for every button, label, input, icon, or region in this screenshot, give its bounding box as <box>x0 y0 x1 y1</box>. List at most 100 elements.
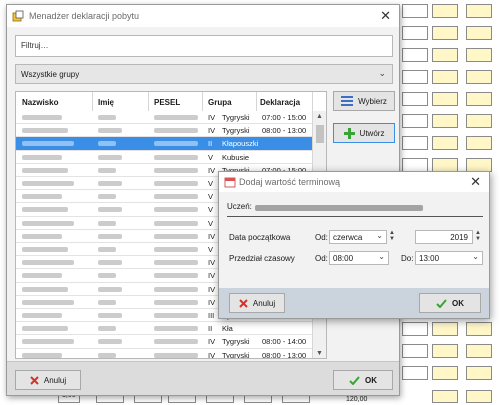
start-month-value: czerwca <box>333 233 363 242</box>
app-icon <box>12 10 24 22</box>
year-stepper[interactable]: ▲ ▼ <box>475 230 483 244</box>
table-row[interactable]: II Kłapouszki <box>16 137 313 151</box>
start-year-input[interactable]: 2019 <box>415 230 473 244</box>
redacted-cell <box>98 141 116 147</box>
cancel-x-icon <box>239 298 248 308</box>
table-row[interactable]: IV Tygryski 07:00 - 15:00 <box>16 111 313 125</box>
redacted-cell <box>98 115 116 120</box>
start-date-from-label: Od: <box>315 233 328 242</box>
group-cell: IV <box>208 271 216 281</box>
table-row[interactable]: IV Tygryski 08:00 - 13:00 <box>16 349 313 359</box>
group-cell: IV <box>208 337 216 347</box>
redacted-cell <box>154 313 198 318</box>
group-name-cell: Kłapouszki <box>222 139 259 149</box>
add-term-value-dialog: Dodaj wartość terminową ✕ Uczeń: Data po… <box>218 171 490 319</box>
filter-input[interactable]: Filtruj… <box>15 35 393 57</box>
redacted-cell <box>154 167 198 173</box>
redacted-cell <box>22 339 74 345</box>
scroll-down-icon[interactable]: ▼ <box>316 350 323 357</box>
group-cell: IV <box>208 258 216 268</box>
time-from-select[interactable]: 08:00 ⌄ <box>329 251 389 265</box>
redacted-cell <box>98 247 116 252</box>
scroll-up-icon[interactable]: ▲ <box>316 113 323 120</box>
dialog-title: Dodaj wartość terminową <box>239 177 341 187</box>
group-name-cell: Tygryski <box>222 113 250 122</box>
redacted-cell <box>22 326 68 332</box>
table-row[interactable]: IV Tygryski 08:00 - 13:00 <box>16 124 313 138</box>
cancel-button[interactable]: Anuluj <box>15 370 81 390</box>
scrollbar-thumb[interactable] <box>316 125 324 143</box>
column-header[interactable]: PESEL <box>154 98 180 107</box>
dialog-cancel-button[interactable]: Anuluj <box>229 293 285 313</box>
redacted-cell <box>154 141 198 147</box>
month-stepper[interactable]: ▲ ▼ <box>389 230 397 244</box>
group-name-cell: Kubusie <box>222 152 250 162</box>
redacted-cell <box>22 181 74 186</box>
group-cell: IV <box>208 350 216 359</box>
redacted-cell <box>22 247 68 252</box>
background-cell <box>432 390 458 403</box>
dialog-ok-button[interactable]: OK <box>419 293 481 313</box>
calendar-icon <box>224 177 236 188</box>
declaration-cell: 08:00 - 13:00 <box>262 126 307 136</box>
table-row[interactable]: IV Tygryski 08:00 - 14:00 <box>16 335 313 349</box>
cancel-button-label: Anuluj <box>43 375 67 385</box>
create-button[interactable]: Utwórz <box>333 123 395 143</box>
redacted-cell <box>98 154 122 160</box>
redacted-cell <box>98 326 116 332</box>
redacted-cell <box>154 339 198 345</box>
redacted-cell <box>98 167 116 173</box>
select-button[interactable]: Wybierz <box>333 91 395 111</box>
group-cell: III <box>208 311 215 320</box>
plus-icon <box>343 127 355 139</box>
cancel-x-icon <box>30 375 39 385</box>
group-select[interactable]: Wszystkie grupy ⌄ <box>15 64 393 84</box>
time-from-label: Od: <box>315 254 328 263</box>
column-header[interactable]: Imię <box>98 98 114 107</box>
time-to-value: 13:00 <box>419 254 440 263</box>
redacted-cell <box>98 339 122 345</box>
ok-button-label: OK <box>365 375 377 385</box>
group-cell: V <box>208 192 214 202</box>
group-cell: IV <box>208 165 216 175</box>
redacted-cell <box>22 154 62 160</box>
column-header[interactable]: Grupa <box>208 98 232 107</box>
group-cell: IV <box>208 113 216 122</box>
dialog-close-icon[interactable]: ✕ <box>470 174 481 190</box>
group-cell: IV <box>208 231 216 241</box>
background-value: 120,00 <box>346 396 368 403</box>
column-header[interactable]: Deklaracja <box>260 98 300 107</box>
redacted-cell <box>22 194 62 200</box>
table-row[interactable]: II Kła <box>16 322 313 336</box>
redacted-cell <box>98 352 116 358</box>
column-header[interactable]: Nazwisko <box>22 98 58 107</box>
redacted-cell <box>98 194 116 200</box>
declaration-cell: 08:00 - 13:00 <box>262 350 307 359</box>
group-select-value: Wszystkie grupy <box>21 70 80 79</box>
redacted-cell <box>98 220 116 226</box>
group-cell: IV <box>208 284 216 294</box>
group-cell: V <box>208 179 214 188</box>
redacted-cell <box>154 194 198 200</box>
redacted-cell <box>154 207 198 213</box>
separator <box>227 216 483 217</box>
time-to-label: Do: <box>401 254 414 263</box>
chevron-down-icon: ⌄ <box>378 68 386 78</box>
ok-button[interactable]: OK <box>333 370 393 390</box>
window-titlebar: Menadżer deklaracji pobytu ✕ <box>7 5 399 27</box>
group-cell: V <box>208 218 214 228</box>
redacted-cell <box>22 115 62 120</box>
redacted-cell <box>98 286 122 292</box>
checkmark-icon <box>349 375 360 385</box>
select-button-label: Wybierz <box>358 96 387 106</box>
redacted-cell <box>154 273 198 279</box>
table-row[interactable]: V Kubusie <box>16 151 313 164</box>
redacted-cell <box>98 299 116 305</box>
start-month-select[interactable]: czerwca ⌄ <box>329 230 387 244</box>
close-icon[interactable]: ✕ <box>380 8 391 24</box>
redacted-cell <box>22 207 68 213</box>
time-to-select[interactable]: 13:00 ⌄ <box>415 251 483 265</box>
redacted-cell <box>154 220 198 226</box>
group-name-cell: Kła <box>222 324 233 334</box>
redacted-cell <box>154 128 198 134</box>
